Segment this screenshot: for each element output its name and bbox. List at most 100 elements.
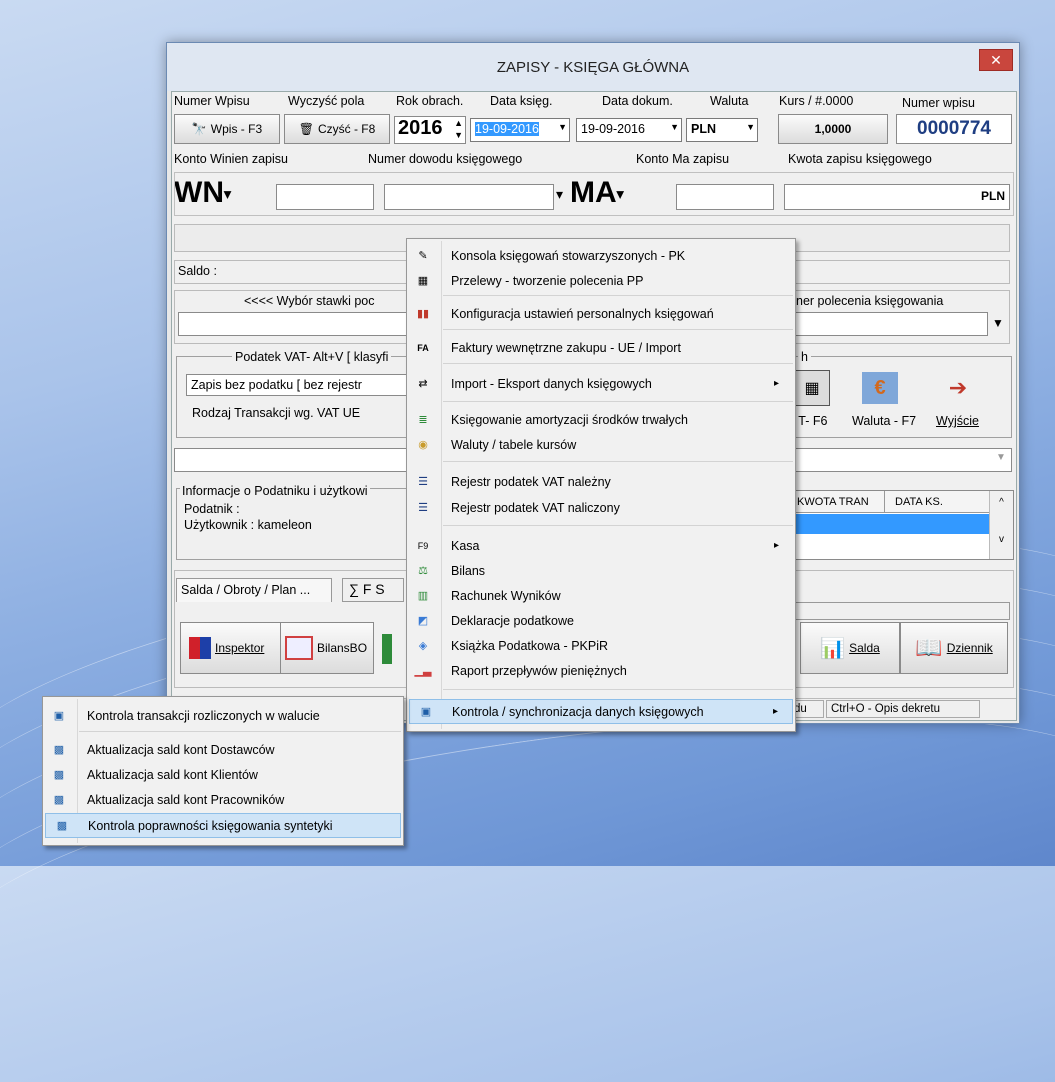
- dziennik-label: Dziennik: [946, 641, 993, 655]
- chevron-up-icon[interactable]: ^: [990, 491, 1013, 508]
- rok-spinner[interactable]: 2016 ▲ ▼: [394, 116, 466, 144]
- czysc-button[interactable]: 🗑 Czyść - F8: [284, 114, 390, 144]
- menu-separator: [443, 525, 793, 526]
- data-ksieg-value: 19-09-2016: [475, 122, 539, 136]
- data-dokum-combo[interactable]: 19-09-2016 ▼: [576, 118, 682, 142]
- info-group-title: Informacje o Podatniku i użytkowi: [180, 484, 370, 498]
- menu-item-amortyzacja[interactable]: ≣ Księgowanie amortyzacji środków trwałyc…: [407, 407, 793, 432]
- menu-item-label: Bilans: [451, 563, 486, 578]
- stawka-label: <<<< Wybór stawki poc: [244, 294, 375, 308]
- konto-ma-label: Konto Ma zapisu: [636, 152, 730, 166]
- rodzaj-transakcji-label: Rodzaj Transakcji wg. VAT UE: [192, 406, 361, 420]
- chevron-down-icon[interactable]: ▼: [996, 452, 1006, 463]
- chevron-down-icon[interactable]: v: [990, 508, 1013, 545]
- submenu-item-kontrola-walut[interactable]: ▣ Kontrola transakcji rozliczonych w walu…: [43, 703, 401, 728]
- menu-item-label: Konfiguracja ustawień personalnych księg…: [451, 306, 714, 321]
- grid-header-data[interactable]: DATA KS.: [885, 491, 989, 513]
- submenu-item-dostawcow[interactable]: ▩ Aktualizacja sald kont Dostawców: [43, 737, 401, 762]
- menu-item-label: Deklaracje podatkowe: [451, 613, 574, 628]
- menu-item-faktury[interactable]: FA Faktury wewnętrzne zakupu - UE / Impor…: [407, 335, 793, 360]
- menu-item-waluty[interactable]: ◉ Waluty / tabele kursów: [407, 432, 793, 457]
- polecenie-input[interactable]: [782, 312, 988, 336]
- menu-item-raport[interactable]: ▁▃ Raport przepływów pieniężnych: [407, 658, 793, 683]
- calculator-icon[interactable]: ▦: [794, 370, 830, 406]
- submenu-item-label: Kontrola transakcji rozliczonych w waluc…: [87, 708, 320, 723]
- data-dokum-label: Data dokum.: [602, 94, 673, 108]
- transfer-icon: ▦: [417, 275, 429, 287]
- polecenie-label: ner polecenia księgowania: [796, 294, 944, 308]
- grid-scrollbar[interactable]: ^ v: [989, 491, 1013, 559]
- results-icon: ▥: [417, 590, 429, 602]
- submenu-item-label: Aktualizacja sald kont Dostawców: [87, 742, 275, 757]
- cash-icon: F9: [417, 540, 429, 551]
- dziennik-button[interactable]: 📖 Dziennik: [900, 622, 1008, 674]
- binoculars-icon: 🔭: [191, 122, 207, 136]
- green-icon[interactable]: [382, 634, 392, 664]
- chevron-down-icon[interactable]: ▼: [992, 316, 1004, 330]
- vat-group-title: Podatek VAT- Alt+V [ klasyfi: [232, 350, 392, 364]
- tab-sigma[interactable]: ∑ F S: [342, 578, 404, 602]
- data-ksieg-label: Data księg.: [490, 94, 553, 108]
- menu-item-deklaracje[interactable]: ◩ Deklaracje podatkowe: [407, 608, 793, 633]
- exit-icon[interactable]: ➔: [942, 372, 974, 404]
- menu-item-label: Rejestr podatek VAT należny: [451, 474, 611, 489]
- menu-item-kontrola[interactable]: ▣ Kontrola / synchronizacja danych księgo…: [409, 699, 793, 724]
- inspektor-label: Inspektor: [215, 641, 265, 655]
- euro-icon[interactable]: €: [862, 372, 898, 404]
- stawka-input[interactable]: [178, 312, 408, 336]
- submenu-item-label: Aktualizacja sald kont Klientów: [87, 767, 258, 782]
- menu-item-bilans[interactable]: ⚖ Bilans: [407, 558, 793, 583]
- menu-item-rejestr-nalezny[interactable]: ☰ Rejestr podatek VAT należny: [407, 469, 793, 494]
- submenu-item-pracownikow[interactable]: ▩ Aktualizacja sald kont Pracowników: [43, 787, 401, 812]
- salda-button[interactable]: 📊 Salda: [800, 622, 900, 674]
- update-icon: ▩: [53, 769, 65, 781]
- menu-item-rachunek[interactable]: ▥ Rachunek Wyników: [407, 583, 793, 608]
- trash-icon: 🗑: [298, 122, 314, 136]
- tab-salda[interactable]: Salda / Obroty / Plan ...: [176, 578, 332, 602]
- vat-type-field[interactable]: Zapis bez podatku [ bez rejestr: [186, 374, 414, 396]
- inspector-icon: [189, 637, 211, 659]
- waluta-value: PLN: [691, 122, 716, 136]
- bilansbo-button[interactable]: BilansBO: [280, 622, 374, 674]
- wyczysc-label: Wyczyść pola: [288, 94, 365, 108]
- menu-separator: [79, 731, 401, 732]
- menu-item-label: Raport przepływów pieniężnych: [451, 663, 627, 678]
- close-button[interactable]: ✕: [979, 49, 1013, 71]
- chevron-right-icon: ▸: [773, 540, 779, 551]
- bottom-field: [784, 602, 1010, 620]
- kwota-label: Kwota zapisu księgowego: [788, 152, 932, 166]
- chevron-right-icon: ▸: [773, 378, 779, 389]
- kurs-button[interactable]: 1,0000: [778, 114, 888, 144]
- menu-item-label: Księgowanie amortyzacji środków trwałych: [451, 412, 688, 427]
- waluta-f7-label[interactable]: Waluta - F7: [852, 414, 916, 428]
- menu-item-label: Książka Podatkowa - PKPiR: [451, 638, 609, 653]
- numer-wpisu-value: 0000774: [896, 114, 1012, 144]
- tools-group-title: h: [798, 350, 811, 364]
- chevron-down-icon: ▼: [746, 122, 755, 132]
- menu-item-przelewy[interactable]: ▦ Przelewy - tworzenie polecenia PP: [407, 268, 793, 293]
- menu-item-label: Kasa: [451, 538, 480, 553]
- waluta-combo[interactable]: PLN ▼: [686, 118, 758, 142]
- title-bar[interactable]: ZAPISY - KSIĘGA GŁÓWNA ✕: [167, 43, 1019, 91]
- amort-icon: ≣: [418, 414, 428, 426]
- wyjscie-label[interactable]: Wyjście: [936, 414, 979, 428]
- submenu-item-klientow[interactable]: ▩ Aktualizacja sald kont Klientów: [43, 762, 401, 787]
- menu-item-ksiazka[interactable]: ◈ Książka Podatkowa - PKPiR: [407, 633, 793, 658]
- wpis-button[interactable]: 🔭 Wpis - F3: [174, 114, 280, 144]
- submenu-item-label: Aktualizacja sald kont Pracowników: [87, 792, 285, 807]
- menu-item-kasa[interactable]: F9 Kasa ▸: [407, 533, 793, 558]
- inspektor-button[interactable]: Inspektor: [180, 622, 284, 674]
- data-ksieg-combo[interactable]: 19-09-2016 ▼: [470, 118, 570, 142]
- grid-header-kwota[interactable]: KWOTA TRAN: [787, 491, 885, 513]
- menu-item-rejestr-naliczony[interactable]: ☰ Rejestr podatek VAT naliczony: [407, 495, 793, 520]
- invoice-icon: FA: [417, 342, 429, 353]
- menu-item-import-eksport[interactable]: ⇄ Import - Eksport danych księgowych ▸: [407, 371, 793, 396]
- context-menu: ✎ Konsola księgowań stowarzyszonych - PK …: [406, 238, 796, 732]
- menu-item-konsola[interactable]: ✎ Konsola księgowań stowarzyszonych - PK: [407, 243, 793, 268]
- table-row[interactable]: [787, 514, 989, 534]
- menu-item-konfiguracja[interactable]: ▮▮ Konfiguracja ustawień personalnych ksi…: [407, 301, 793, 326]
- czysc-label: Czyść - F8: [317, 122, 376, 136]
- bilansbo-label: BilansBO: [317, 641, 368, 655]
- submenu-item-syntetyki[interactable]: ▩ Kontrola poprawności księgowania syntet…: [45, 813, 401, 838]
- spinner-arrows-icon[interactable]: ▲ ▼: [454, 117, 463, 141]
